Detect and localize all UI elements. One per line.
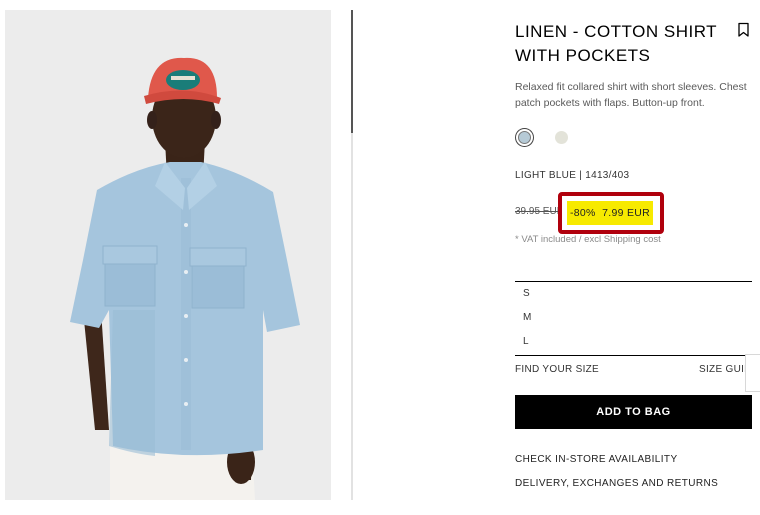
add-to-bag-button[interactable]: ADD TO BAG [515,395,752,429]
color-swatch-light-blue[interactable] [518,131,531,144]
size-option-m[interactable]: M [523,312,531,323]
delivery-returns-link[interactable]: DELIVERY, EXCHANGES AND RETURNS [515,478,718,489]
side-panel-tab[interactable] [745,354,760,392]
product-image[interactable] [5,10,331,500]
discount-percent: -80% [569,207,596,219]
size-option-s[interactable]: S [523,288,530,299]
product-title: LINEN - COTTON SHIRT WITH POCKETS [515,22,717,65]
product-description: Relaxed fit collared shirt with short sl… [515,81,747,109]
bookmark-icon[interactable] [737,22,750,38]
vat-note: * VAT included / excl Shipping cost [515,234,661,245]
find-your-size-link[interactable]: FIND YOUR SIZE [515,364,599,375]
check-store-availability-link[interactable]: CHECK IN-STORE AVAILABILITY [515,454,678,465]
sale-price: 7.99 EUR [602,207,651,219]
size-guide-link[interactable]: SIZE GUIDE [699,364,745,375]
sale-price-badge: -80% 7.99 EUR [567,201,653,225]
size-selector [515,281,752,356]
product-photo-illustration [5,10,331,500]
color-reference: LIGHT BLUE | 1413/403 [515,170,630,181]
gallery-scroll-thumb[interactable] [351,10,353,133]
original-price: 39.95 EUR [515,206,564,217]
color-swatch-ecru[interactable] [555,131,568,144]
size-option-l[interactable]: L [523,336,529,347]
